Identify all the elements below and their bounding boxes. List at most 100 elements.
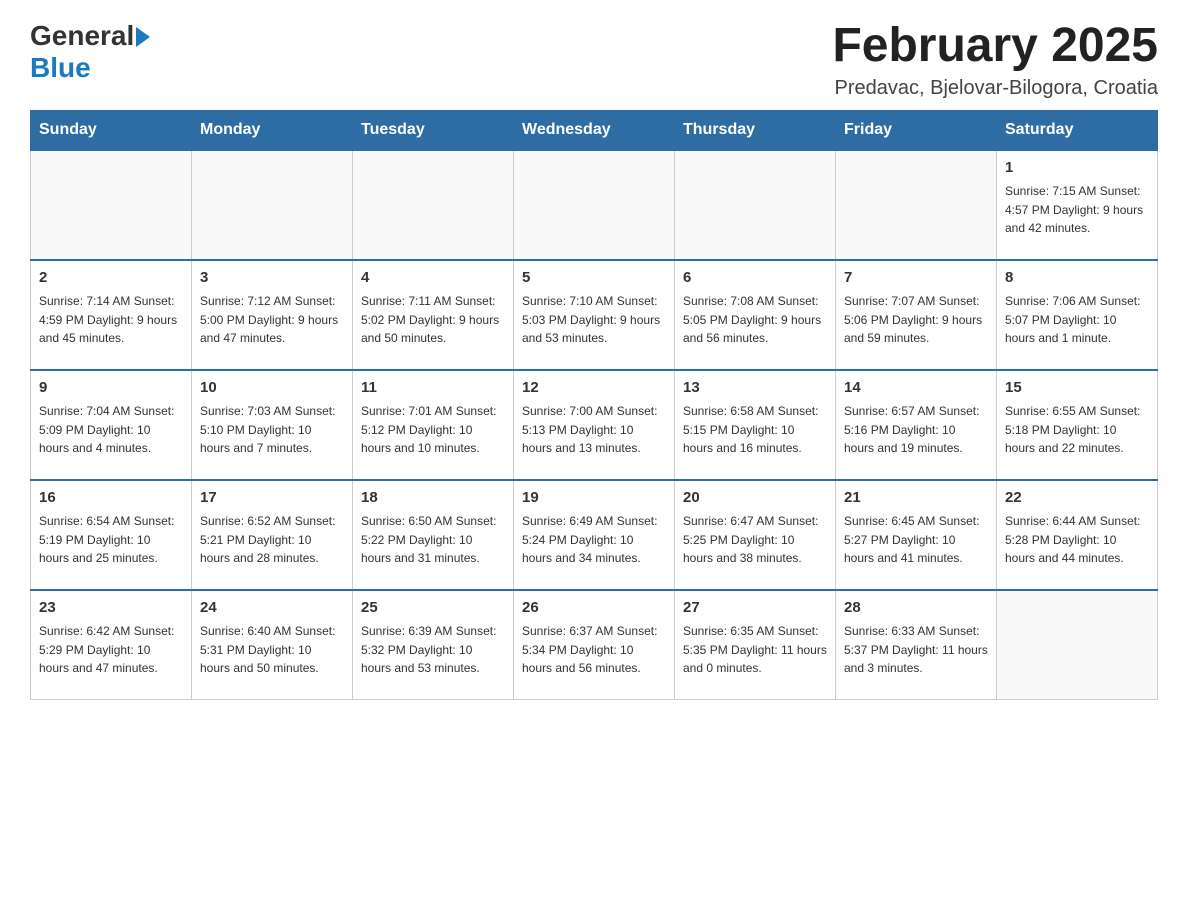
calendar-week-1: 1Sunrise: 7:15 AM Sunset: 4:57 PM Daylig…	[31, 150, 1158, 260]
day-number: 2	[39, 267, 183, 290]
header-saturday: Saturday	[997, 110, 1158, 150]
calendar-body: 1Sunrise: 7:15 AM Sunset: 4:57 PM Daylig…	[31, 150, 1158, 700]
calendar-cell: 12Sunrise: 7:00 AM Sunset: 5:13 PM Dayli…	[514, 370, 675, 480]
day-number: 1	[1005, 157, 1149, 180]
calendar-cell: 19Sunrise: 6:49 AM Sunset: 5:24 PM Dayli…	[514, 480, 675, 590]
day-number: 10	[200, 377, 344, 400]
day-number: 7	[844, 267, 988, 290]
day-info: Sunrise: 6:49 AM Sunset: 5:24 PM Dayligh…	[522, 512, 666, 568]
day-number: 23	[39, 597, 183, 620]
logo-general-text: General	[30, 20, 134, 52]
calendar-cell: 15Sunrise: 6:55 AM Sunset: 5:18 PM Dayli…	[997, 370, 1158, 480]
location-subtitle: Predavac, Bjelovar-Bilogora, Croatia	[832, 77, 1158, 100]
day-info: Sunrise: 7:12 AM Sunset: 5:00 PM Dayligh…	[200, 292, 344, 348]
day-info: Sunrise: 6:40 AM Sunset: 5:31 PM Dayligh…	[200, 622, 344, 678]
calendar-cell: 25Sunrise: 6:39 AM Sunset: 5:32 PM Dayli…	[353, 590, 514, 700]
day-number: 21	[844, 487, 988, 510]
month-title: February 2025	[832, 20, 1158, 73]
day-info: Sunrise: 7:01 AM Sunset: 5:12 PM Dayligh…	[361, 402, 505, 458]
calendar-cell: 3Sunrise: 7:12 AM Sunset: 5:00 PM Daylig…	[192, 260, 353, 370]
calendar-cell: 5Sunrise: 7:10 AM Sunset: 5:03 PM Daylig…	[514, 260, 675, 370]
day-number: 20	[683, 487, 827, 510]
calendar-cell: 7Sunrise: 7:07 AM Sunset: 5:06 PM Daylig…	[836, 260, 997, 370]
calendar-cell: 2Sunrise: 7:14 AM Sunset: 4:59 PM Daylig…	[31, 260, 192, 370]
calendar-cell	[353, 150, 514, 260]
day-info: Sunrise: 6:35 AM Sunset: 5:35 PM Dayligh…	[683, 622, 827, 678]
calendar-cell: 16Sunrise: 6:54 AM Sunset: 5:19 PM Dayli…	[31, 480, 192, 590]
day-number: 9	[39, 377, 183, 400]
day-info: Sunrise: 6:33 AM Sunset: 5:37 PM Dayligh…	[844, 622, 988, 678]
calendar-cell: 23Sunrise: 6:42 AM Sunset: 5:29 PM Dayli…	[31, 590, 192, 700]
day-number: 4	[361, 267, 505, 290]
day-info: Sunrise: 6:47 AM Sunset: 5:25 PM Dayligh…	[683, 512, 827, 568]
calendar-cell: 17Sunrise: 6:52 AM Sunset: 5:21 PM Dayli…	[192, 480, 353, 590]
day-number: 24	[200, 597, 344, 620]
day-number: 19	[522, 487, 666, 510]
day-number: 11	[361, 377, 505, 400]
calendar-cell	[997, 590, 1158, 700]
calendar-cell: 6Sunrise: 7:08 AM Sunset: 5:05 PM Daylig…	[675, 260, 836, 370]
calendar-cell: 4Sunrise: 7:11 AM Sunset: 5:02 PM Daylig…	[353, 260, 514, 370]
day-number: 12	[522, 377, 666, 400]
day-info: Sunrise: 6:57 AM Sunset: 5:16 PM Dayligh…	[844, 402, 988, 458]
calendar-cell: 13Sunrise: 6:58 AM Sunset: 5:15 PM Dayli…	[675, 370, 836, 480]
logo-arrow-icon	[136, 27, 150, 47]
header-sunday: Sunday	[31, 110, 192, 150]
day-number: 13	[683, 377, 827, 400]
day-info: Sunrise: 7:15 AM Sunset: 4:57 PM Dayligh…	[1005, 182, 1149, 238]
day-info: Sunrise: 6:44 AM Sunset: 5:28 PM Dayligh…	[1005, 512, 1149, 568]
day-number: 6	[683, 267, 827, 290]
calendar-cell: 1Sunrise: 7:15 AM Sunset: 4:57 PM Daylig…	[997, 150, 1158, 260]
day-info: Sunrise: 6:52 AM Sunset: 5:21 PM Dayligh…	[200, 512, 344, 568]
day-info: Sunrise: 7:08 AM Sunset: 5:05 PM Dayligh…	[683, 292, 827, 348]
day-info: Sunrise: 6:39 AM Sunset: 5:32 PM Dayligh…	[361, 622, 505, 678]
title-section: February 2025 Predavac, Bjelovar-Bilogor…	[832, 20, 1158, 100]
day-info: Sunrise: 6:42 AM Sunset: 5:29 PM Dayligh…	[39, 622, 183, 678]
day-number: 28	[844, 597, 988, 620]
day-number: 15	[1005, 377, 1149, 400]
day-info: Sunrise: 7:04 AM Sunset: 5:09 PM Dayligh…	[39, 402, 183, 458]
calendar-cell: 11Sunrise: 7:01 AM Sunset: 5:12 PM Dayli…	[353, 370, 514, 480]
calendar-cell: 21Sunrise: 6:45 AM Sunset: 5:27 PM Dayli…	[836, 480, 997, 590]
calendar-week-5: 23Sunrise: 6:42 AM Sunset: 5:29 PM Dayli…	[31, 590, 1158, 700]
calendar-cell: 22Sunrise: 6:44 AM Sunset: 5:28 PM Dayli…	[997, 480, 1158, 590]
calendar-cell: 9Sunrise: 7:04 AM Sunset: 5:09 PM Daylig…	[31, 370, 192, 480]
calendar-cell: 8Sunrise: 7:06 AM Sunset: 5:07 PM Daylig…	[997, 260, 1158, 370]
day-info: Sunrise: 6:58 AM Sunset: 5:15 PM Dayligh…	[683, 402, 827, 458]
day-number: 18	[361, 487, 505, 510]
day-info: Sunrise: 7:03 AM Sunset: 5:10 PM Dayligh…	[200, 402, 344, 458]
calendar-table: Sunday Monday Tuesday Wednesday Thursday…	[30, 110, 1158, 701]
day-info: Sunrise: 7:10 AM Sunset: 5:03 PM Dayligh…	[522, 292, 666, 348]
day-number: 17	[200, 487, 344, 510]
header-wednesday: Wednesday	[514, 110, 675, 150]
calendar-cell: 26Sunrise: 6:37 AM Sunset: 5:34 PM Dayli…	[514, 590, 675, 700]
calendar-cell: 20Sunrise: 6:47 AM Sunset: 5:25 PM Dayli…	[675, 480, 836, 590]
calendar-week-2: 2Sunrise: 7:14 AM Sunset: 4:59 PM Daylig…	[31, 260, 1158, 370]
day-number: 3	[200, 267, 344, 290]
header-thursday: Thursday	[675, 110, 836, 150]
day-info: Sunrise: 7:14 AM Sunset: 4:59 PM Dayligh…	[39, 292, 183, 348]
calendar-week-3: 9Sunrise: 7:04 AM Sunset: 5:09 PM Daylig…	[31, 370, 1158, 480]
day-number: 25	[361, 597, 505, 620]
day-info: Sunrise: 6:37 AM Sunset: 5:34 PM Dayligh…	[522, 622, 666, 678]
calendar-cell: 24Sunrise: 6:40 AM Sunset: 5:31 PM Dayli…	[192, 590, 353, 700]
calendar-cell	[192, 150, 353, 260]
logo-blue-text: Blue	[30, 52, 150, 84]
day-info: Sunrise: 6:50 AM Sunset: 5:22 PM Dayligh…	[361, 512, 505, 568]
day-number: 5	[522, 267, 666, 290]
day-info: Sunrise: 7:00 AM Sunset: 5:13 PM Dayligh…	[522, 402, 666, 458]
calendar-cell	[675, 150, 836, 260]
header-friday: Friday	[836, 110, 997, 150]
day-number: 14	[844, 377, 988, 400]
day-info: Sunrise: 7:11 AM Sunset: 5:02 PM Dayligh…	[361, 292, 505, 348]
day-number: 16	[39, 487, 183, 510]
page-header: General Blue February 2025 Predavac, Bje…	[30, 20, 1158, 100]
calendar-cell: 14Sunrise: 6:57 AM Sunset: 5:16 PM Dayli…	[836, 370, 997, 480]
day-info: Sunrise: 6:55 AM Sunset: 5:18 PM Dayligh…	[1005, 402, 1149, 458]
calendar-cell	[836, 150, 997, 260]
calendar-cell: 27Sunrise: 6:35 AM Sunset: 5:35 PM Dayli…	[675, 590, 836, 700]
logo: General Blue	[30, 20, 150, 84]
calendar-cell	[31, 150, 192, 260]
day-number: 27	[683, 597, 827, 620]
calendar-cell	[514, 150, 675, 260]
